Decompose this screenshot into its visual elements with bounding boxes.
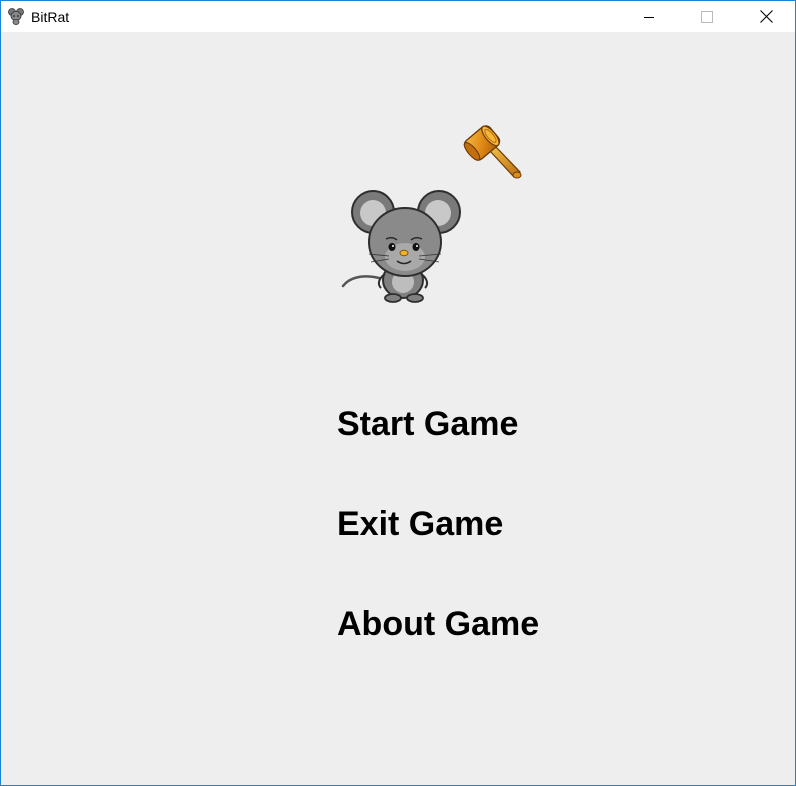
exit-game-button[interactable]: Exit Game: [337, 504, 503, 544]
minimize-button[interactable]: [620, 1, 678, 32]
hammer-icon: [463, 125, 522, 179]
close-button[interactable]: [737, 1, 795, 32]
maximize-icon: [701, 10, 713, 23]
start-game-button[interactable]: Start Game: [337, 404, 518, 444]
maximize-button[interactable]: [678, 1, 736, 32]
game-window: BitRat Start Game Exit Game About Game: [0, 0, 796, 786]
about-game-button[interactable]: About Game: [337, 604, 539, 644]
rat-icon: [341, 190, 461, 303]
window-title: BitRat: [31, 9, 70, 25]
minimize-icon: [644, 16, 654, 18]
title-bar[interactable]: BitRat: [1, 1, 795, 32]
rat-icon: [8, 8, 24, 25]
close-icon: [759, 10, 773, 23]
game-canvas: Start Game Exit Game About Game: [1, 32, 795, 785]
